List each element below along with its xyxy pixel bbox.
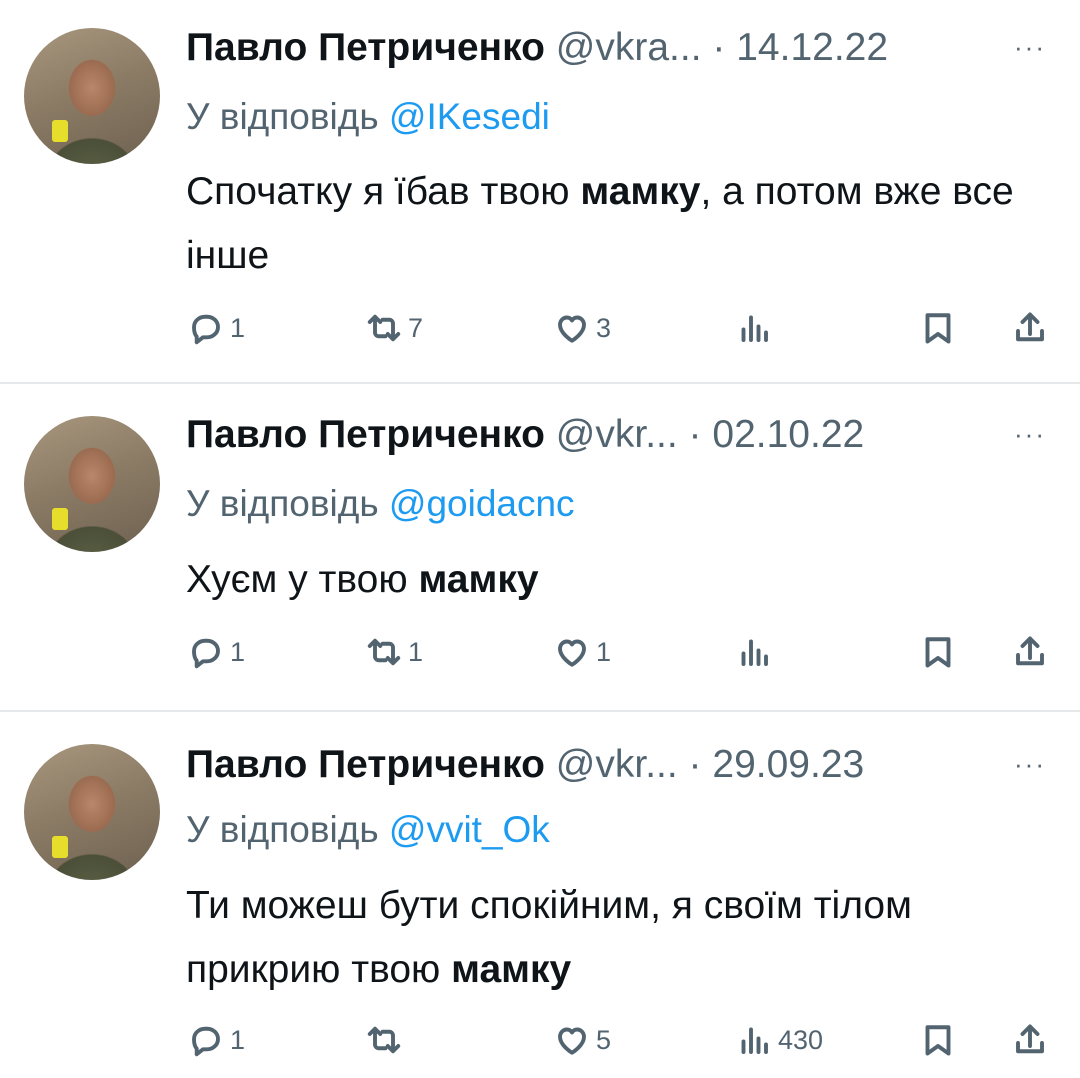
- separator: ·: [688, 743, 702, 786]
- views-icon: [741, 315, 768, 342]
- views-button[interactable]: [736, 632, 778, 672]
- tweet-text: Хуєм у твою мамку: [186, 548, 1040, 612]
- like-count: 5: [596, 1024, 612, 1055]
- retweet-button[interactable]: [366, 1020, 408, 1060]
- reply-count: 1: [230, 1024, 246, 1055]
- action-bar: 1 1 1: [0, 632, 1080, 672]
- reply-mention[interactable]: @vvit_Ok: [389, 809, 550, 850]
- like-button[interactable]: 5: [554, 1020, 611, 1060]
- reply-button[interactable]: 1: [188, 308, 245, 348]
- share-icon: [1016, 636, 1044, 666]
- retweet-count: 7: [408, 312, 424, 343]
- tweet-text: Ти можеш бути спокійним, я своїм тілом п…: [186, 874, 1040, 1002]
- views-icon: [741, 639, 768, 666]
- retweet-icon: [367, 1026, 401, 1054]
- retweet-icon: [367, 314, 401, 342]
- reply-mention[interactable]: @goidacnc: [389, 483, 575, 524]
- tweet-date[interactable]: 14.12.22: [736, 26, 888, 69]
- bookmark-button[interactable]: [920, 1020, 956, 1060]
- views-icon: [741, 1027, 768, 1054]
- reply-prefix: У відповідь: [186, 809, 379, 850]
- action-bar: 1 7 3: [0, 308, 1080, 348]
- views-button[interactable]: 430: [736, 1020, 823, 1060]
- avatar-detail: [52, 508, 68, 530]
- reply-count: 1: [230, 636, 246, 667]
- more-icon[interactable]: ···: [1014, 421, 1046, 447]
- share-button[interactable]: [1012, 308, 1048, 348]
- reply-prefix: У відповідь: [186, 96, 379, 137]
- text-part: Хуєм у твою: [186, 558, 419, 601]
- retweet-count: 1: [408, 636, 424, 667]
- avatar-detail: [52, 120, 68, 142]
- text-bold: мамку: [580, 170, 701, 213]
- like-button[interactable]: 1: [554, 632, 611, 672]
- heart-icon: [558, 1027, 586, 1055]
- tweet-header: Павло Петриченко @vkra... · 14.12.22 ···: [186, 25, 1062, 71]
- more-icon[interactable]: ···: [1014, 751, 1046, 777]
- reply-icon: [192, 314, 220, 345]
- tweet-feed: Павло Петриченко @vkra... · 14.12.22 ···…: [0, 0, 1080, 1078]
- share-button[interactable]: [1012, 1020, 1048, 1060]
- heart-icon: [558, 315, 586, 343]
- text-part: Спочатку я їбав твою: [186, 170, 581, 213]
- more-icon[interactable]: ···: [1014, 34, 1046, 60]
- retweet-button[interactable]: 7: [366, 308, 423, 348]
- author-name[interactable]: Павло Петриченко: [186, 413, 545, 456]
- reply-mention[interactable]: @IKesedi: [389, 96, 550, 137]
- bookmark-button[interactable]: [920, 308, 956, 348]
- retweet-icon: [367, 638, 401, 666]
- reply-context: У відповідь @IKesedi: [186, 95, 550, 139]
- avatar[interactable]: [24, 416, 160, 552]
- author-handle[interactable]: @vkr...: [556, 743, 678, 786]
- author-name[interactable]: Павло Петриченко: [186, 743, 545, 786]
- like-count: 3: [596, 312, 612, 343]
- tweet[interactable]: Павло Петриченко @vkra... · 14.12.22 ···…: [0, 0, 1080, 382]
- views-button[interactable]: [736, 308, 778, 348]
- like-count: 1: [596, 636, 612, 667]
- reply-button[interactable]: 1: [188, 632, 245, 672]
- author-handle[interactable]: @vkr...: [556, 413, 678, 456]
- reply-button[interactable]: 1: [188, 1020, 245, 1060]
- tweet-text: Спочатку я їбав твою мамку, а потом вже …: [186, 160, 1040, 288]
- author-name[interactable]: Павло Петриченко: [186, 26, 545, 69]
- avatar[interactable]: [24, 28, 160, 164]
- avatar[interactable]: [24, 744, 160, 880]
- reply-prefix: У відповідь: [186, 483, 379, 524]
- tweet-date[interactable]: 29.09.23: [712, 743, 864, 786]
- bookmark-icon: [925, 1025, 951, 1056]
- reply-icon: [192, 1026, 220, 1057]
- share-button[interactable]: [1012, 632, 1048, 672]
- tweet[interactable]: Павло Петриченко @vkr... · 02.10.22 ··· …: [0, 384, 1080, 710]
- views-count: 430: [778, 1024, 824, 1055]
- heart-icon: [558, 639, 586, 667]
- separator: ·: [688, 413, 702, 456]
- bookmark-icon: [925, 313, 951, 344]
- tweet-header: Павло Петриченко @vkr... · 29.09.23 ···: [186, 742, 1062, 788]
- author-handle[interactable]: @vkra...: [556, 26, 702, 69]
- reply-count: 1: [230, 312, 246, 343]
- avatar-detail: [52, 836, 68, 858]
- reply-icon: [192, 638, 220, 669]
- separator: ·: [712, 26, 726, 69]
- reply-context: У відповідь @goidacnc: [186, 482, 575, 526]
- bookmark-icon: [925, 637, 951, 668]
- text-bold: мамку: [418, 558, 539, 601]
- retweet-button[interactable]: 1: [366, 632, 423, 672]
- reply-context: У відповідь @vvit_Ok: [186, 808, 550, 852]
- like-button[interactable]: 3: [554, 308, 611, 348]
- tweet-header: Павло Петриченко @vkr... · 02.10.22 ···: [186, 412, 1062, 458]
- share-icon: [1016, 1024, 1044, 1054]
- bookmark-button[interactable]: [920, 632, 956, 672]
- text-bold: мамку: [451, 948, 572, 991]
- tweet-date[interactable]: 02.10.22: [712, 413, 864, 456]
- tweet[interactable]: Павло Петриченко @vkr... · 29.09.23 ··· …: [0, 712, 1080, 1078]
- action-bar: 1 5 430: [0, 1020, 1080, 1060]
- share-icon: [1016, 312, 1044, 342]
